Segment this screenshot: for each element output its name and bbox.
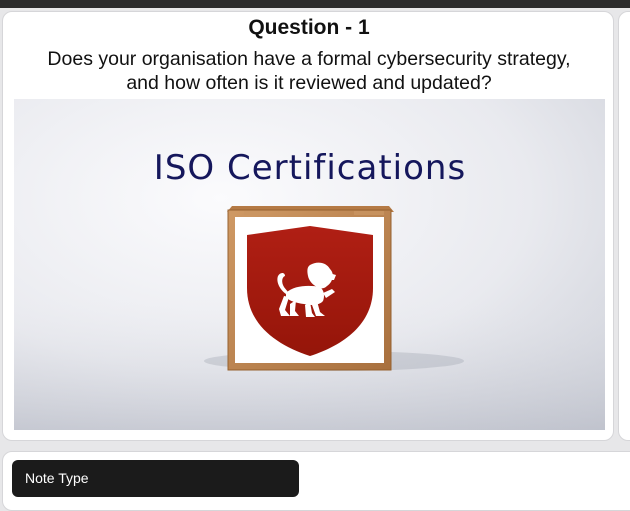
question-card: Question - 1 Does your organisation have… [2, 11, 614, 441]
question-text: Does your organisation have a formal cyb… [47, 48, 571, 94]
media-headline: ISO Certifications [154, 148, 466, 188]
question-title: Question - 1 [248, 16, 370, 39]
note-type-button[interactable]: Note Type [12, 460, 299, 497]
next-question-card-edge [618, 11, 630, 441]
top-bar [0, 0, 630, 8]
certificate-box [227, 206, 394, 371]
question-image: ISO Certifications [14, 99, 605, 430]
